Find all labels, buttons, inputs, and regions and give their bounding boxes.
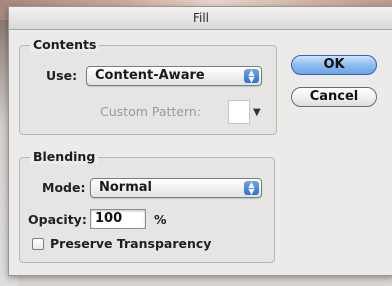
use-popup[interactable]: Content-Aware ▲ ▼ [86,66,262,86]
fill-dialog: Fill Contents Use: Content-Aware ▲ ▼ Cust… [8,6,392,276]
updown-arrows-icon: ▲ ▼ [244,181,259,196]
preserve-transparency-checkbox[interactable] [32,238,44,250]
triangle-down-icon: ▼ [253,107,261,118]
use-label: Use: [46,68,78,83]
blending-group: Blending Mode: Normal ▲ ▼ Opacity: 100 % … [19,149,275,263]
updown-arrows-icon: ▲ ▼ [244,69,259,84]
mode-value: Normal [99,180,152,195]
custom-pattern-swatch [228,100,250,124]
blending-group-label: Blending [30,149,99,164]
ok-button[interactable]: OK [291,55,377,75]
contents-group: Contents Use: Content-Aware ▲ ▼ Custom Pa… [19,37,277,135]
cancel-button[interactable]: Cancel [291,87,377,107]
preserve-transparency-label: Preserve Transparency [50,236,212,251]
mode-popup[interactable]: Normal ▲ ▼ [90,178,262,198]
opacity-label: Opacity: [28,212,87,227]
mode-label: Mode: [42,180,86,195]
contents-group-label: Contents [30,37,100,52]
opacity-unit: % [154,212,167,227]
opacity-input[interactable]: 100 [90,209,146,229]
custom-pattern-label: Custom Pattern: [100,104,202,119]
use-value: Content-Aware [95,68,205,83]
dialog-title: Fill [9,7,392,30]
